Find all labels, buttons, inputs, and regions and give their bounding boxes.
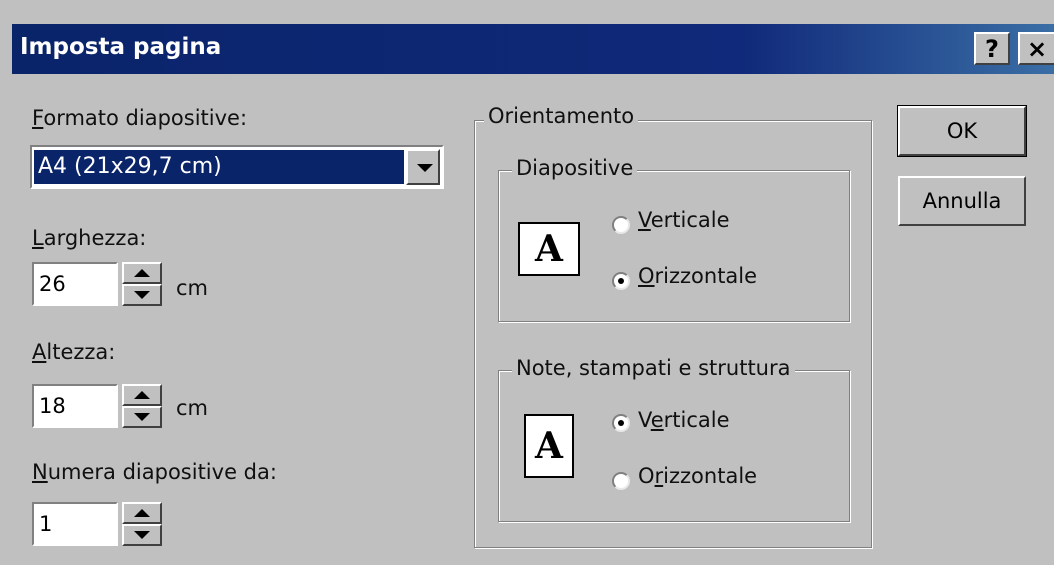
slides-horizontal-rest: rizzontale (654, 264, 758, 288)
notes-vertical-accel: e (650, 408, 664, 432)
width-accel: L (32, 226, 44, 250)
start-number-input[interactable]: 1 (32, 502, 118, 546)
width-spinner[interactable] (122, 262, 162, 306)
notes-vertical-rest: rticale (663, 408, 730, 432)
slide-format-select[interactable]: A4 (21x29,7 cm) (30, 145, 444, 189)
spin-down-arrow-icon[interactable] (122, 406, 162, 428)
spin-down-arrow-icon[interactable] (122, 284, 162, 306)
width-unit: cm (176, 276, 209, 300)
spin-down-arrow-icon[interactable] (122, 524, 162, 546)
spin-up-arrow-icon[interactable] (122, 502, 162, 524)
landscape-page-icon: A (518, 222, 580, 276)
height-accel: A (32, 340, 47, 364)
cancel-button[interactable]: Annulla (898, 176, 1026, 226)
slides-vertical-radio[interactable] (612, 216, 630, 234)
notes-horizontal-accel: r (654, 464, 664, 488)
close-button[interactable]: × (1018, 32, 1054, 65)
ok-button[interactable]: OK (897, 105, 1027, 157)
height-input[interactable]: 18 (32, 384, 118, 428)
dropdown-button[interactable] (406, 149, 440, 185)
slide-format-label: Formato diapositive: (32, 106, 247, 130)
slide-format-value: A4 (21x29,7 cm) (34, 150, 404, 184)
title-bar[interactable]: Imposta pagina ? × (12, 24, 1054, 74)
start-number-label: Numera diapositive da: (32, 460, 277, 484)
slides-vertical-accel: V (638, 208, 651, 232)
slide-format-accel: F (32, 106, 44, 130)
height-label: Altezza: (32, 340, 115, 364)
notes-vertical-radio[interactable] (612, 414, 630, 432)
start-number-label-text: umera diapositive da: (47, 460, 277, 484)
width-label-text: arghezza: (43, 226, 147, 250)
notes-vertical-label[interactable]: Verticale (638, 408, 730, 432)
help-button[interactable]: ? (974, 32, 1010, 65)
spin-up-arrow-icon[interactable] (122, 262, 162, 284)
start-number-accel: N (32, 460, 48, 484)
notes-horizontal-pre: O (638, 464, 655, 488)
notes-horizontal-radio[interactable] (612, 472, 630, 490)
spin-up-arrow-icon[interactable] (122, 384, 162, 406)
chevron-down-icon (417, 164, 433, 172)
slides-horizontal-label[interactable]: Orizzontale (638, 264, 757, 288)
slides-vertical-rest: erticale (650, 208, 730, 232)
start-number-spinner[interactable] (122, 502, 162, 546)
portrait-page-icon: A (524, 414, 574, 478)
slides-orientation-label: Diapositive (512, 156, 638, 180)
height-spinner[interactable] (122, 384, 162, 428)
width-input[interactable]: 26 (32, 262, 118, 306)
dialog-title: Imposta pagina (20, 34, 222, 60)
height-unit: cm (176, 396, 209, 420)
notes-horizontal-rest: izzontale (663, 464, 758, 488)
notes-horizontal-label[interactable]: Orizzontale (638, 464, 757, 488)
width-label: Larghezza: (32, 226, 146, 250)
page-setup-dialog: Imposta pagina ? × Formato diapositive: … (0, 0, 1054, 565)
notes-orientation-label: Note, stampati e struttura (512, 356, 795, 380)
slides-vertical-label[interactable]: Verticale (638, 208, 730, 232)
orientation-label: Orientamento (484, 104, 639, 128)
slides-horizontal-radio[interactable] (612, 272, 630, 290)
notes-vertical-pre: V (638, 408, 651, 432)
slide-format-label-text: ormato diapositive: (43, 106, 248, 130)
height-label-text: ltezza: (46, 340, 116, 364)
slides-horizontal-accel: O (638, 264, 655, 288)
